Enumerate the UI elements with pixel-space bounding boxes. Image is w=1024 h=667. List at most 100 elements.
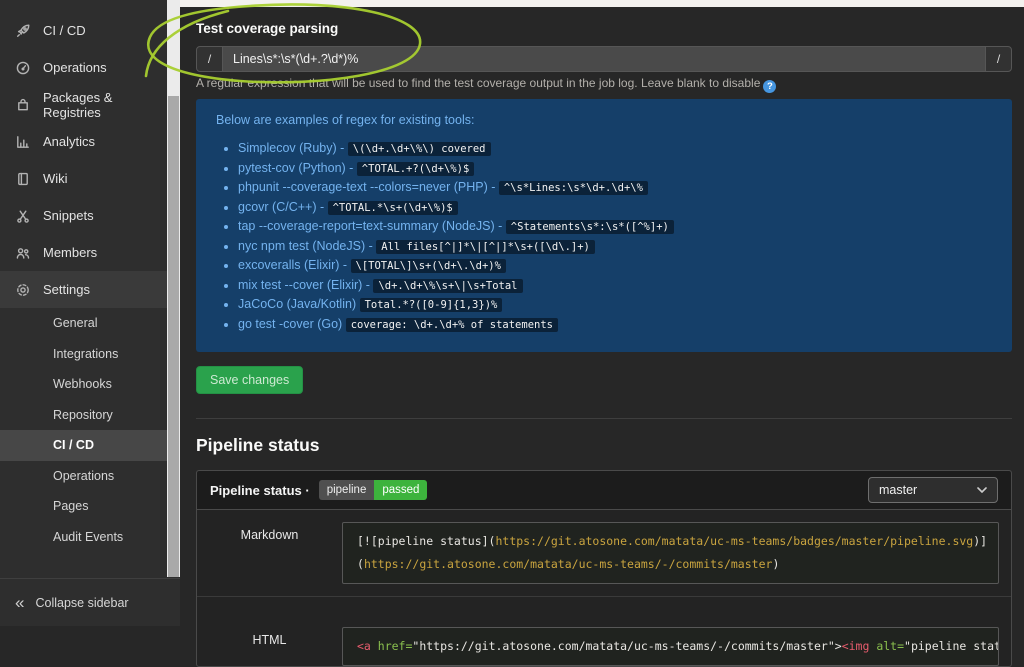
sidebar-item-label: Analytics bbox=[43, 134, 95, 149]
regex-prefix-addon: / bbox=[196, 46, 223, 72]
pipeline-badge: pipeline passed bbox=[319, 480, 428, 500]
html-code-line: <a href="https://git.atosone.com/matata/… bbox=[357, 635, 984, 658]
regex-code: ^TOTAL.+?(\d+\%)$ bbox=[357, 162, 474, 176]
chevron-down-icon bbox=[977, 487, 987, 493]
coverage-regex-input[interactable] bbox=[223, 46, 985, 72]
sidebar-subitem-label: Integrations bbox=[53, 347, 118, 361]
gauge-icon bbox=[15, 60, 31, 76]
code-token: "pipeline status" bbox=[904, 639, 999, 653]
html-row: HTML <a href="https://git.atosone.com/ma… bbox=[197, 596, 1011, 666]
sidebar-item-wiki[interactable]: Wiki bbox=[0, 160, 167, 197]
regex-example-item: mix test --cover (Elixir) - \d+.\d+\%\s+… bbox=[238, 276, 992, 296]
sidebar-item-settings[interactable]: Settings bbox=[0, 271, 167, 308]
separator: - bbox=[317, 200, 328, 214]
regex-code: \(\d+.\d+\%\) covered bbox=[348, 142, 491, 156]
regex-tool-link[interactable]: mix test --cover (Elixir) bbox=[238, 278, 362, 292]
sidebar-subitem-integrations[interactable]: Integrations bbox=[0, 339, 167, 370]
coverage-help-text-content: A regular expression that will be used t… bbox=[196, 76, 760, 90]
regex-code: ^TOTAL.*\s+(\d+\%)$ bbox=[328, 201, 458, 215]
html-code-box[interactable]: <a href="https://git.atosone.com/matata/… bbox=[342, 627, 999, 666]
regex-tool-link[interactable]: nyc npm test (NodeJS) bbox=[238, 239, 365, 253]
sidebar-subitem-webhooks[interactable]: Webhooks bbox=[0, 369, 167, 400]
regex-example-item: go test -cover (Go) coverage: \d+.\d+% o… bbox=[238, 315, 992, 335]
sidebar-subitem-ci-cd[interactable]: CI / CD bbox=[0, 430, 167, 461]
separator: - bbox=[346, 161, 357, 175]
sidebar-subitem-label: CI / CD bbox=[53, 438, 94, 452]
sidebar-subitem-general[interactable]: General bbox=[0, 308, 167, 339]
regex-example-item: JaCoCo (Java/Kotlin) Total.*?([0-9]{1,3}… bbox=[238, 295, 992, 315]
regex-example-item: pytest-cov (Python) - ^TOTAL.+?(\d+\%)$ bbox=[238, 159, 992, 179]
sidebar-subitem-label: Repository bbox=[53, 408, 113, 422]
sidebar-subitem-label: Pages bbox=[53, 499, 88, 513]
pipeline-panel-header: Pipeline status · pipeline passed master bbox=[197, 471, 1011, 510]
sidebar-item-label: Operations bbox=[43, 60, 107, 75]
sidebar-item-operations[interactable]: Operations bbox=[0, 49, 167, 86]
html-label: HTML bbox=[197, 627, 342, 666]
test-coverage-parsing-title: Test coverage parsing bbox=[196, 21, 1012, 36]
regex-tool-link[interactable]: JaCoCo (Java/Kotlin) bbox=[238, 297, 356, 311]
code-token: )] bbox=[973, 534, 987, 548]
coverage-regex-input-group: / / bbox=[196, 46, 1012, 72]
code-token: "https://git.atosone.com/matata/uc-ms-te… bbox=[412, 639, 834, 653]
pipeline-status-heading: Pipeline status bbox=[196, 435, 1012, 456]
sidebar: CI / CD Operations Packages & Registries… bbox=[0, 0, 180, 626]
sidebar-nav: CI / CD Operations Packages & Registries… bbox=[0, 0, 180, 552]
regex-code: Total.*?([0-9]{1,3})% bbox=[360, 298, 503, 312]
collapse-sidebar-label: Collapse sidebar bbox=[35, 596, 128, 610]
regex-tool-link[interactable]: go test -cover (Go) bbox=[238, 317, 342, 331]
regex-tool-link[interactable]: pytest-cov (Python) bbox=[238, 161, 346, 175]
regex-tool-link[interactable]: phpunit --coverage-text --colors=never (… bbox=[238, 180, 488, 194]
sidebar-item-ci-cd[interactable]: CI / CD bbox=[0, 12, 167, 49]
sidebar-subitem-operations[interactable]: Operations bbox=[0, 461, 167, 492]
markdown-code-line: (https://git.atosone.com/matata/uc-ms-te… bbox=[357, 553, 984, 576]
sidebar-subitem-repository[interactable]: Repository bbox=[0, 400, 167, 431]
sidebar-subitem-label: Operations bbox=[53, 469, 114, 483]
code-token: ( bbox=[357, 557, 364, 571]
regex-example-item: Simplecov (Ruby) - \(\d+.\d+\%\) covered bbox=[238, 139, 992, 159]
sidebar-item-snippets[interactable]: Snippets bbox=[0, 197, 167, 234]
regex-tool-link[interactable]: tap --coverage-report=text-summary (Node… bbox=[238, 219, 495, 233]
section-divider bbox=[196, 418, 1012, 419]
regex-examples-box: Below are examples of regex for existing… bbox=[196, 99, 1012, 352]
help-icon[interactable]: ? bbox=[763, 80, 776, 93]
sidebar-subitem-label: General bbox=[53, 316, 97, 330]
sidebar-item-label: Wiki bbox=[43, 171, 68, 186]
sidebar-item-label: Settings bbox=[43, 282, 90, 297]
save-changes-button[interactable]: Save changes bbox=[196, 366, 303, 394]
separator: - bbox=[337, 141, 348, 155]
sidebar-item-label: Members bbox=[43, 245, 97, 260]
package-icon bbox=[15, 97, 31, 113]
sidebar-scrollbar[interactable] bbox=[167, 0, 180, 577]
regex-tool-link[interactable]: excoveralls (Elixir) bbox=[238, 258, 339, 272]
branch-select-dropdown[interactable]: master bbox=[868, 477, 998, 503]
regex-example-item: gcovr (C/C++) - ^TOTAL.*\s+(\d+\%)$ bbox=[238, 198, 992, 218]
code-token-attr: alt= bbox=[869, 639, 904, 653]
sidebar-item-packages-registries[interactable]: Packages & Registries bbox=[0, 86, 167, 123]
sidebar-subitem-audit-events[interactable]: Audit Events bbox=[0, 522, 167, 553]
collapse-sidebar-button[interactable]: « Collapse sidebar bbox=[0, 578, 180, 626]
code-token-tag: <img bbox=[842, 639, 870, 653]
regex-code: coverage: \d+.\d+% of statements bbox=[346, 318, 558, 332]
sidebar-item-label: CI / CD bbox=[43, 23, 86, 38]
regex-code: \d+.\d+\%\s+\|\s+Total bbox=[373, 279, 522, 293]
separator: - bbox=[362, 278, 373, 292]
regex-example-item: excoveralls (Elixir) - \[TOTAL\]\s+(\d+\… bbox=[238, 256, 992, 276]
regex-tool-link[interactable]: gcovr (C/C++) bbox=[238, 200, 317, 214]
code-token: [![pipeline status]( bbox=[357, 534, 495, 548]
scissors-icon bbox=[15, 208, 31, 224]
sidebar-item-label: Packages & Registries bbox=[43, 90, 167, 120]
regex-code: ^\s*Lines:\s*\d+.\d+\% bbox=[499, 181, 648, 195]
rocket-icon bbox=[15, 23, 31, 39]
sidebar-subitem-label: Audit Events bbox=[53, 530, 123, 544]
sidebar-scrollbar-thumb[interactable] bbox=[168, 96, 179, 577]
regex-code: \[TOTAL\]\s+(\d+\.\d+)% bbox=[351, 259, 506, 273]
markdown-code-line: [![pipeline status](https://git.atosone.… bbox=[357, 530, 984, 553]
regex-tool-link[interactable]: Simplecov (Ruby) bbox=[238, 141, 337, 155]
sidebar-subitem-pages[interactable]: Pages bbox=[0, 491, 167, 522]
markdown-code-box[interactable]: [![pipeline status](https://git.atosone.… bbox=[342, 522, 999, 584]
sidebar-item-analytics[interactable]: Analytics bbox=[0, 123, 167, 160]
book-icon bbox=[15, 171, 31, 187]
regex-code: All files[^|]*\|[^|]*\s+([\d\.]+) bbox=[376, 240, 595, 254]
markdown-label: Markdown bbox=[197, 522, 342, 584]
sidebar-item-members[interactable]: Members bbox=[0, 234, 167, 271]
